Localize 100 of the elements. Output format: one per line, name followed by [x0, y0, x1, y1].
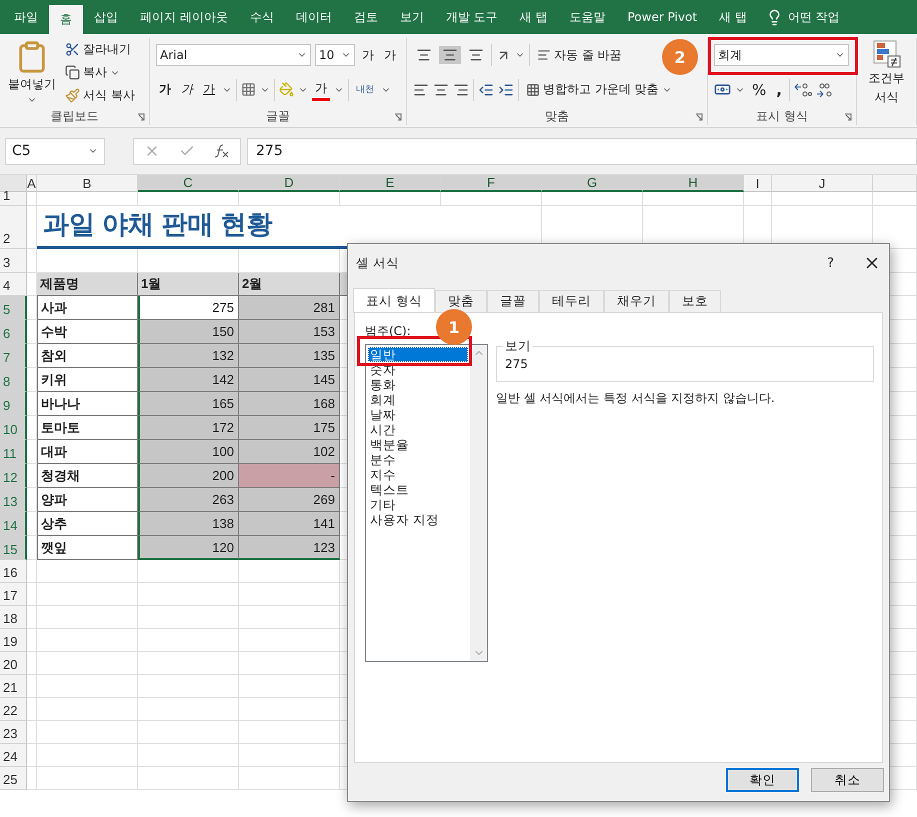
row-header[interactable]: 5 [0, 296, 27, 320]
empty-cell[interactable] [138, 698, 239, 721]
bold-button[interactable]: 가 [156, 80, 174, 100]
increase-decimal-icon[interactable] [794, 82, 812, 98]
menu-tab[interactable]: 페이지 레이아웃 [129, 0, 239, 34]
merge-center-button[interactable]: 병합하고 가운데 맞춤 [523, 80, 675, 100]
empty-cell[interactable] [37, 744, 138, 767]
row-header[interactable]: 15 [0, 536, 27, 560]
fill-color-icon[interactable] [279, 82, 294, 98]
menu-tab[interactable]: 파일 [3, 0, 49, 34]
empty-cell[interactable] [542, 192, 643, 206]
dialog-tab[interactable]: 표시 형식 [353, 288, 435, 313]
row-header[interactable]: 14 [0, 512, 27, 536]
empty-cell[interactable] [441, 192, 542, 206]
row-header[interactable]: 10 [0, 416, 27, 440]
horizontal-align-icon[interactable] [453, 82, 469, 98]
empty-cell[interactable] [239, 583, 340, 606]
category-list[interactable]: 일반 숫자 통화 회계 날짜 시간 백분율 분수 지수 텍스트 기타 사용자 지정 [365, 344, 488, 662]
empty-cell[interactable] [239, 192, 340, 206]
italic-button[interactable]: 가 [178, 80, 196, 100]
empty-cell[interactable] [239, 560, 340, 583]
empty-cell[interactable] [27, 629, 37, 652]
menu-tab[interactable]: Power Pivot [616, 0, 708, 34]
dialog-tab[interactable]: 테두리 [538, 290, 604, 312]
empty-cell[interactable] [138, 606, 239, 629]
empty-cell[interactable] [37, 767, 138, 790]
empty-cell[interactable] [138, 744, 239, 767]
select-all-corner[interactable] [0, 175, 27, 192]
column-header[interactable]: B [37, 175, 138, 192]
wrap-text-button[interactable]: 자동 줄 바꿈 [534, 46, 625, 65]
row-header[interactable]: 25 [0, 767, 27, 790]
menu-tab[interactable]: 수식 [238, 0, 285, 34]
row-header[interactable]: 20 [0, 652, 27, 675]
row-header[interactable]: 21 [0, 675, 27, 698]
name-box[interactable]: C5 [5, 138, 105, 164]
number-format-field[interactable]: 회계 [714, 44, 849, 66]
dialog-launcher-icon[interactable] [695, 113, 703, 121]
indent-increase-icon[interactable] [498, 82, 514, 98]
empty-cell[interactable] [138, 675, 239, 698]
category-item[interactable]: 회계 [368, 392, 468, 407]
category-item[interactable]: 분수 [368, 452, 468, 467]
dialog-launcher-icon[interactable] [394, 113, 402, 121]
row-header[interactable]: 7 [0, 344, 27, 368]
empty-cell[interactable] [27, 606, 37, 629]
dialog-tab[interactable]: 채우기 [604, 290, 669, 312]
empty-cell[interactable] [27, 249, 37, 273]
empty-cell[interactable] [239, 698, 340, 721]
comma-button[interactable]: , [773, 80, 785, 100]
empty-cell[interactable] [37, 675, 138, 698]
column-header[interactable]: G [542, 175, 643, 192]
empty-cell[interactable] [27, 744, 37, 767]
column-header[interactable]: A [27, 175, 37, 192]
category-item[interactable]: 통화 [368, 377, 468, 392]
category-item[interactable]: 백분율 [368, 437, 468, 452]
dialog-launcher-icon[interactable] [137, 113, 145, 121]
category-item[interactable]: 지수 [368, 467, 468, 482]
row-header[interactable]: 19 [0, 629, 27, 652]
column-header[interactable]: H [643, 175, 744, 192]
row-header[interactable]: 3 [0, 249, 27, 273]
row-header[interactable]: 16 [0, 560, 27, 583]
menu-tab[interactable]: 홈 [49, 5, 83, 34]
dialog-tab[interactable]: 맞춤 [434, 290, 487, 312]
dialog-launcher-icon[interactable] [844, 113, 852, 121]
row-header[interactable]: 4 [0, 273, 27, 296]
menu-tab[interactable]: 검토 [342, 0, 389, 34]
empty-cell[interactable] [138, 192, 239, 206]
vertical-align-button[interactable] [439, 46, 461, 64]
column-header[interactable]: J [772, 175, 873, 192]
empty-cell[interactable] [37, 606, 138, 629]
empty-cell[interactable] [27, 767, 37, 790]
dialog-tab[interactable]: 보호 [668, 290, 721, 312]
column-header[interactable]: C [138, 175, 239, 192]
indent-decrease-icon[interactable] [478, 82, 494, 98]
empty-cell[interactable] [27, 675, 37, 698]
row-header[interactable]: 8 [0, 368, 27, 392]
empty-cell[interactable] [239, 675, 340, 698]
dialog-tab[interactable]: 글꼴 [486, 290, 539, 312]
empty-cell[interactable] [27, 698, 37, 721]
dialog-button[interactable]: 취소 [811, 768, 884, 792]
empty-cell[interactable] [138, 721, 239, 744]
empty-cell[interactable] [37, 192, 138, 206]
phonetic-button[interactable]: 내천 [353, 82, 377, 98]
tell-me-text[interactable]: 어떤 작업 [788, 8, 840, 26]
empty-cell[interactable] [27, 721, 37, 744]
empty-cell[interactable] [138, 583, 239, 606]
empty-cell[interactable] [340, 192, 441, 206]
shrink-font-button[interactable]: 가 [381, 46, 399, 65]
conditional-formatting-button[interactable]: 조건부 서식 [863, 38, 910, 125]
column-header[interactable]: I [744, 175, 772, 192]
empty-cell[interactable] [239, 744, 340, 767]
empty-cell[interactable] [37, 698, 138, 721]
empty-cell[interactable] [643, 192, 744, 206]
help-button[interactable]: ? [824, 254, 837, 272]
category-item[interactable]: 사용자 지정 [368, 512, 468, 527]
underline-button[interactable]: 가 [200, 80, 218, 100]
menu-tab[interactable]: 삽입 [83, 0, 129, 34]
empty-cell[interactable] [239, 721, 340, 744]
font-size-field[interactable]: 10 [315, 44, 355, 66]
empty-cell[interactable] [37, 583, 138, 606]
column-header[interactable]: F [441, 175, 542, 192]
